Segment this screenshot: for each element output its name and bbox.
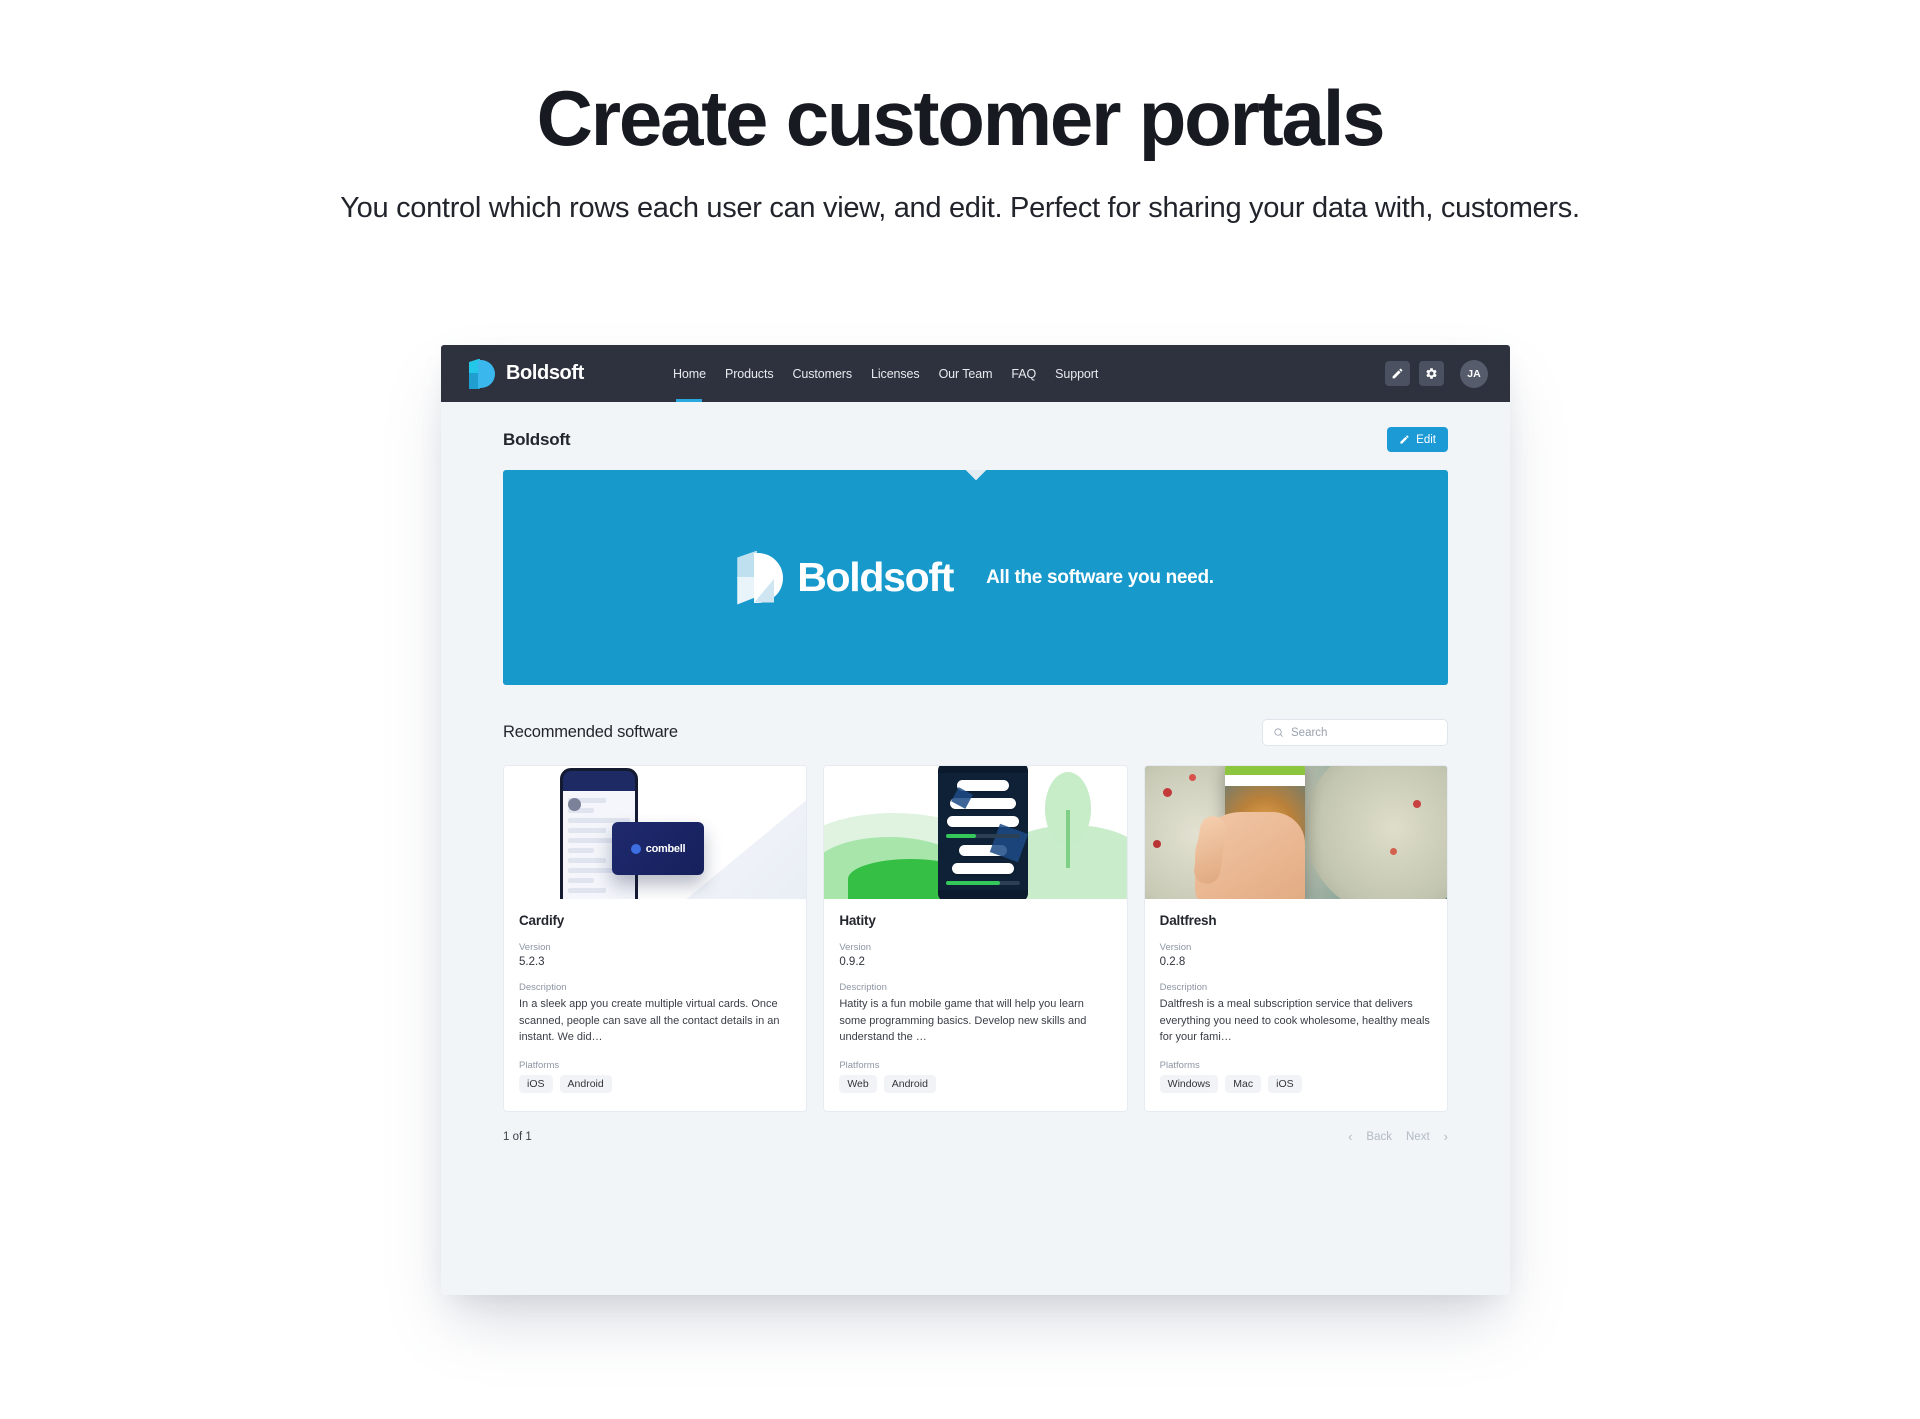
search-input[interactable]: Search — [1262, 719, 1448, 746]
section-title: Recommended software — [503, 723, 678, 741]
software-card[interactable]: Hatity Version 0.9.2 Description Hatity … — [823, 765, 1128, 1113]
brand[interactable]: Boldsoft — [441, 358, 673, 389]
hero-banner: Boldsoft All the software you need. — [503, 470, 1448, 685]
card-title: Daltfresh — [1159, 913, 1217, 928]
page-title: Create customer portals — [536, 74, 1386, 162]
platform-chips: Web Android — [839, 1075, 1111, 1094]
platforms-label: Platforms — [1159, 1060, 1200, 1072]
platforms-label: Platforms — [839, 1060, 880, 1072]
pencil-icon-button[interactable] — [1385, 361, 1410, 386]
app-window: Boldsoft Home Products Customers License… — [441, 345, 1510, 1295]
banner-notch — [964, 470, 987, 481]
banner-logo: Boldsoft — [737, 550, 954, 605]
nav-links: Home Products Customers Licenses Our Tea… — [673, 345, 1098, 402]
search-icon — [1274, 728, 1283, 737]
next-button[interactable]: Next — [1406, 1131, 1430, 1143]
nav-item-customers[interactable]: Customers — [792, 345, 852, 402]
banner-logo-text: Boldsoft — [797, 554, 954, 600]
app-body: Boldsoft Edit Boldsoft All the software … — [441, 402, 1510, 1113]
card-title: Cardify — [519, 913, 565, 928]
description-label: Description — [519, 982, 567, 993]
page-subtitle: You control which rows each user can vie… — [340, 191, 1580, 224]
version-label: Version — [839, 942, 872, 953]
edit-button[interactable]: Edit — [1387, 427, 1448, 452]
card-title: Hatity — [839, 913, 876, 928]
pencil-icon — [1392, 368, 1403, 379]
edit-button-label: Edit — [1416, 433, 1436, 446]
platform-chip: Mac — [1225, 1075, 1262, 1094]
version-value: 0.2.8 — [1159, 956, 1186, 968]
marketing-copy: Create customer portals You control whic… — [0, 0, 1920, 225]
avatar[interactable]: JA — [1460, 359, 1488, 388]
page-root: Create customer portals You control whic… — [0, 0, 1920, 1419]
version-value: 5.2.3 — [519, 956, 545, 968]
brand-name: Boldsoft — [506, 362, 584, 384]
platforms-label: Platforms — [519, 1060, 560, 1072]
description-label: Description — [1159, 982, 1208, 993]
software-card-list: combell Cardify Version 5.2.3 Descriptio… — [503, 765, 1448, 1113]
platform-chip: Android — [883, 1075, 936, 1094]
page-header: Boldsoft Edit — [503, 402, 1448, 470]
card-body: Hatity Version 0.9.2 Description Hatity … — [824, 899, 1126, 1111]
app-page-title: Boldsoft — [503, 429, 571, 449]
version-label: Version — [1159, 942, 1192, 953]
software-card[interactable]: combell Cardify Version 5.2.3 Descriptio… — [503, 765, 808, 1113]
description-value: Daltfresh is a meal subscription service… — [1159, 998, 1430, 1044]
platform-chip: Web — [839, 1075, 877, 1094]
gear-icon-button[interactable] — [1419, 361, 1444, 386]
pagination-controls: ‹ Back Next › — [1348, 1129, 1448, 1144]
navbar-actions: JA — [1385, 345, 1488, 402]
boldsoft-logo-icon-large — [737, 550, 784, 605]
platform-chip: iOS — [519, 1075, 553, 1094]
platform-chips: iOS Android — [519, 1075, 791, 1094]
nav-item-our-team[interactable]: Our Team — [939, 345, 993, 402]
back-button[interactable]: Back — [1366, 1131, 1392, 1143]
platform-chip: iOS — [1268, 1075, 1302, 1094]
description-value: Hatity is a fun mobile game that will he… — [839, 998, 1087, 1044]
platform-chip: Android — [559, 1075, 612, 1094]
version-value: 0.9.2 — [839, 956, 865, 968]
gear-icon — [1426, 368, 1437, 379]
nav-item-licenses[interactable]: Licenses — [871, 345, 920, 402]
nav-item-faq[interactable]: FAQ — [1011, 345, 1036, 402]
description-label: Description — [839, 982, 887, 993]
platform-chips: Windows Mac iOS — [1159, 1075, 1432, 1094]
software-card[interactable]: Daltfresh Version 0.2.8 Description Dalt… — [1143, 765, 1448, 1113]
card-body: Cardify Version 5.2.3 Description In a s… — [504, 899, 806, 1111]
nav-item-products[interactable]: Products — [725, 345, 774, 402]
boldsoft-logo-icon — [469, 358, 495, 389]
description-value: In a sleek app you create multiple virtu… — [519, 998, 780, 1044]
nav-item-support[interactable]: Support — [1055, 345, 1098, 402]
version-label: Version — [519, 942, 551, 953]
card-image-cardify: combell — [504, 766, 807, 899]
card-body: Daltfresh Version 0.2.8 Description Dalt… — [1145, 899, 1447, 1111]
card-image-hatity — [824, 766, 1127, 899]
pencil-icon — [1400, 435, 1409, 444]
next-page-chevron-icon[interactable]: › — [1444, 1129, 1448, 1144]
pagination-bar: 1 of 1 ‹ Back Next › — [441, 1112, 1510, 1144]
pagination-count: 1 of 1 — [503, 1130, 532, 1143]
platform-chip: Windows — [1159, 1075, 1219, 1094]
prev-page-chevron-icon[interactable]: ‹ — [1348, 1129, 1352, 1144]
navbar: Boldsoft Home Products Customers License… — [441, 345, 1510, 402]
search-placeholder: Search — [1291, 726, 1328, 739]
section-header: Recommended software Search — [503, 685, 1448, 765]
banner-tagline: All the software you need. — [986, 566, 1214, 588]
card-image-daltfresh — [1144, 766, 1447, 899]
nav-item-home[interactable]: Home — [673, 345, 706, 402]
